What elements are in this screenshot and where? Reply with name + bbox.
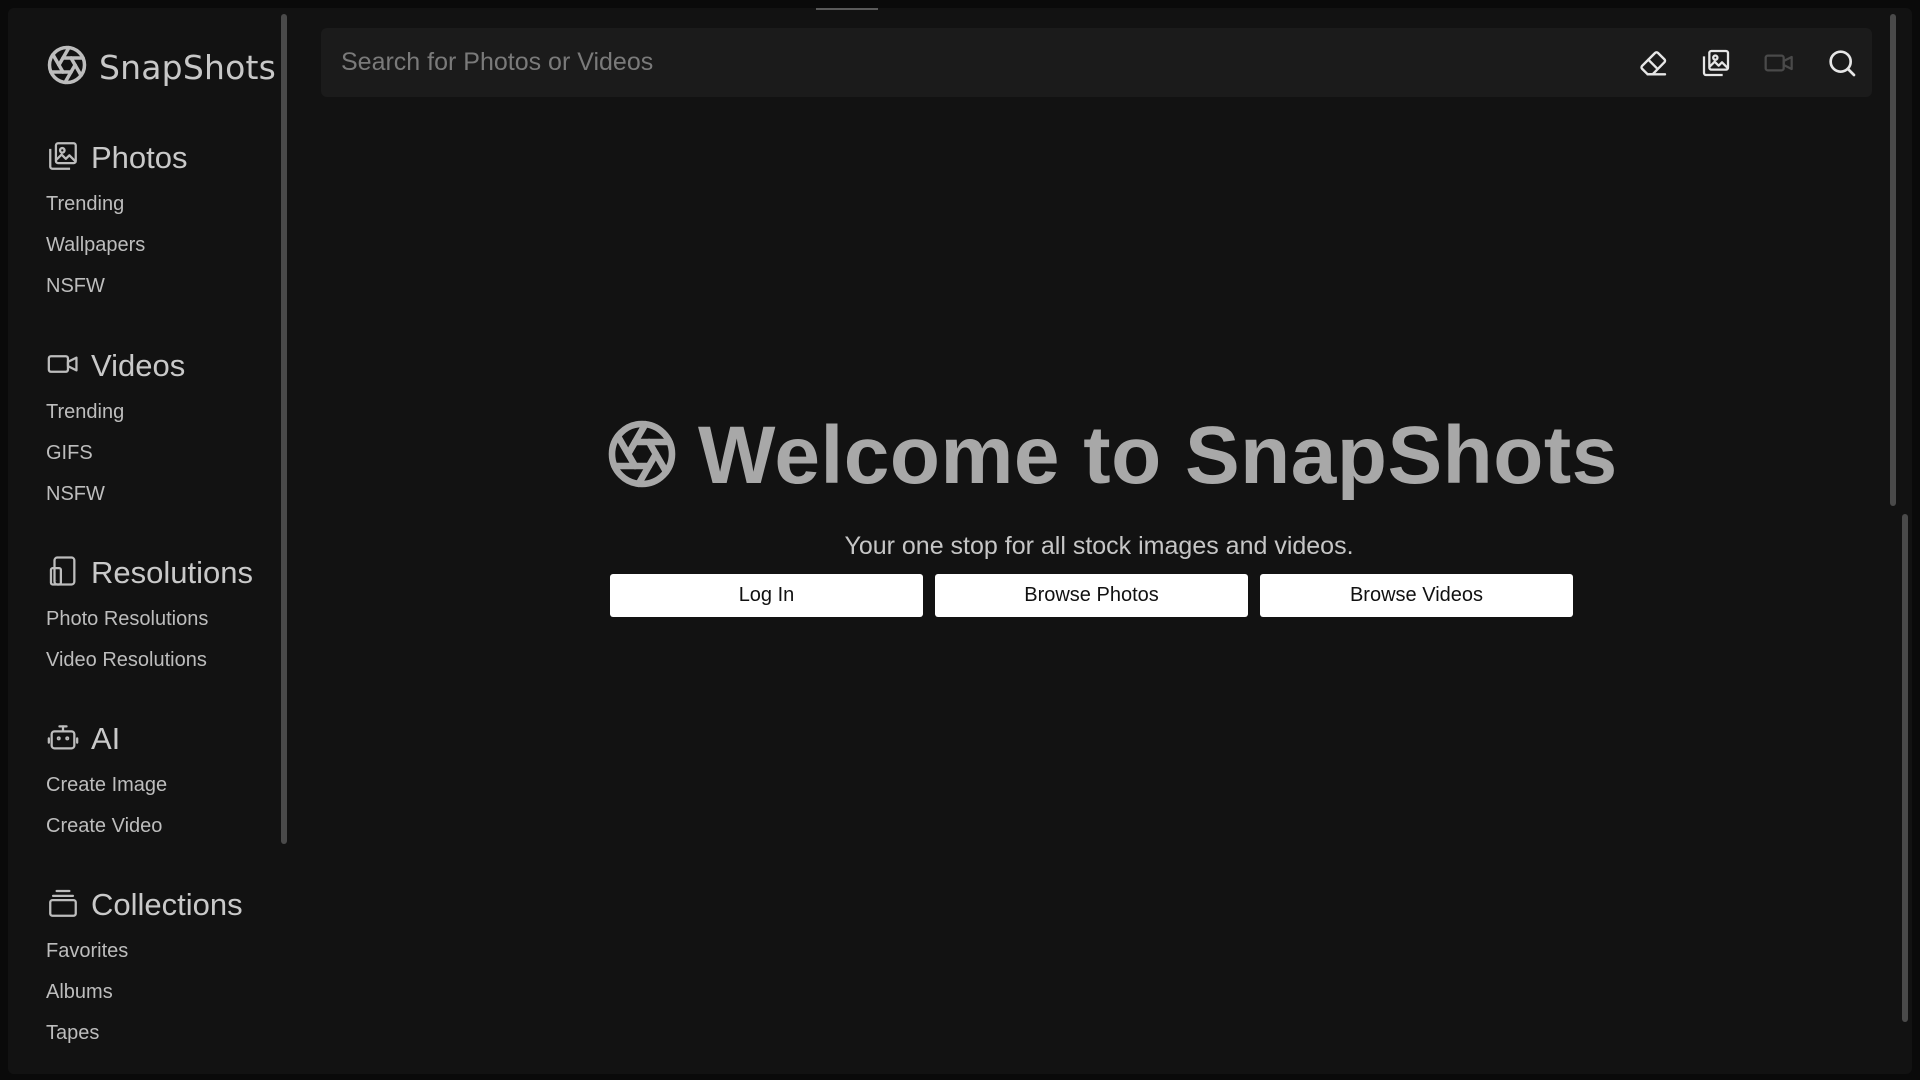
photo-library-icon[interactable] xyxy=(1700,47,1732,79)
sidebar-section-title: Videos xyxy=(91,348,186,383)
sidebar-item-videos-trending[interactable]: Trending xyxy=(46,392,185,433)
sidebar-item-photos-wallpapers[interactable]: Wallpapers xyxy=(46,225,188,266)
aperture-icon xyxy=(606,418,678,495)
sidebar-item-favorites[interactable]: Favorites xyxy=(46,931,243,972)
hero-title: Welcome to SnapShots xyxy=(606,404,1617,508)
sidebar-section-title: AI xyxy=(91,721,121,756)
sidebar-item-photos-nsfw[interactable]: NSFW xyxy=(46,266,188,307)
logo-text: SnapShots xyxy=(99,48,277,87)
sidebar: SnapShots Photos Trending Wallpapers NSF… xyxy=(8,8,290,1074)
sidebar-item-photo-resolutions[interactable]: Photo Resolutions xyxy=(46,599,253,640)
app-window: SnapShots Photos Trending Wallpapers NSF… xyxy=(8,8,1912,1074)
sidebar-item-create-image[interactable]: Create Image xyxy=(46,765,167,806)
sidebar-section-title: Collections xyxy=(91,887,243,922)
main-scrollbar-thumb[interactable] xyxy=(1890,14,1896,506)
top-indicator xyxy=(816,8,878,10)
sidebar-item-create-video[interactable]: Create Video xyxy=(46,806,167,847)
page-scrollbar[interactable] xyxy=(1902,514,1908,1022)
search-bar xyxy=(321,28,1872,97)
sidebar-section-resolutions: Resolutions Photo Resolutions Video Reso… xyxy=(46,553,253,681)
video-camera-icon[interactable] xyxy=(1763,47,1795,79)
sidebar-section-title: Resolutions xyxy=(91,555,253,590)
log-in-button[interactable]: Log In xyxy=(610,574,923,617)
robot-icon xyxy=(46,720,80,759)
photo-library-icon xyxy=(46,139,80,178)
sidebar-section-header[interactable]: AI xyxy=(46,719,167,759)
device-resolution-icon xyxy=(46,554,80,593)
sidebar-section-header[interactable]: Collections xyxy=(46,885,243,925)
aperture-icon xyxy=(46,44,88,91)
sidebar-scrollbar[interactable] xyxy=(281,14,287,844)
sidebar-section-header[interactable]: Videos xyxy=(46,346,185,386)
browse-videos-button[interactable]: Browse Videos xyxy=(1260,574,1573,617)
sidebar-item-video-resolutions[interactable]: Video Resolutions xyxy=(46,640,253,681)
sidebar-section-collections: Collections Favorites Albums Tapes xyxy=(46,885,243,1054)
video-camera-icon xyxy=(46,347,80,386)
sidebar-item-videos-nsfw[interactable]: NSFW xyxy=(46,474,185,515)
sidebar-section-ai: AI Create Image Create Video xyxy=(46,719,167,847)
collections-stack-icon xyxy=(46,886,80,925)
sidebar-section-header[interactable]: Photos xyxy=(46,138,188,178)
sidebar-section-title: Photos xyxy=(91,140,188,175)
sidebar-section-videos: Videos Trending GIFS NSFW xyxy=(46,346,185,515)
browse-photos-button[interactable]: Browse Photos xyxy=(935,574,1248,617)
sidebar-section-header[interactable]: Resolutions xyxy=(46,553,253,593)
sidebar-section-photos: Photos Trending Wallpapers NSFW xyxy=(46,138,188,307)
eraser-icon[interactable] xyxy=(1637,47,1669,79)
sidebar-item-videos-gifs[interactable]: GIFS xyxy=(46,433,185,474)
search-actions xyxy=(1606,28,1858,97)
logo[interactable]: SnapShots xyxy=(46,44,276,91)
sidebar-item-tapes[interactable]: Tapes xyxy=(46,1013,243,1054)
search-icon[interactable] xyxy=(1826,47,1858,79)
search-input[interactable] xyxy=(321,28,1621,97)
hero-subtitle: Your one stop for all stock images and v… xyxy=(844,532,1354,560)
sidebar-item-photos-trending[interactable]: Trending xyxy=(46,184,188,225)
sidebar-item-albums[interactable]: Albums xyxy=(46,972,243,1013)
hero: Welcome to SnapShots Your one stop for a… xyxy=(606,404,1617,617)
hero-title-text: Welcome to SnapShots xyxy=(698,410,1618,501)
